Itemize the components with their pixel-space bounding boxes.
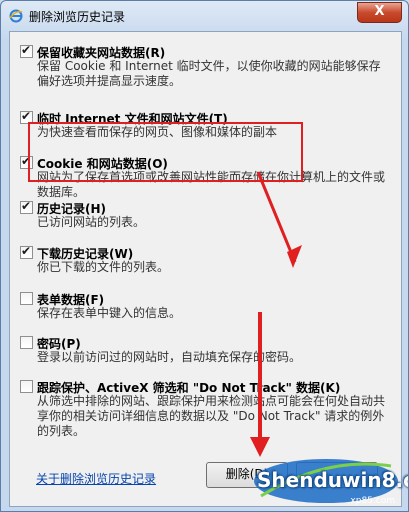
title-bar[interactable]: 删除浏览历史记录 X [1, 1, 408, 31]
close-button[interactable]: X [357, 2, 402, 23]
internet-explorer-icon [9, 9, 23, 23]
watermark-text: Shenduwin8.com [257, 468, 408, 492]
watermark-subtext: xp85.com [350, 496, 395, 506]
window-title: 删除浏览历史记录 [29, 10, 126, 24]
arrow-line-1 [256, 171, 297, 263]
watermark: Shenduwin8.com xp85.com [251, 456, 408, 506]
arrow-head-2 [250, 437, 270, 457]
dialog-window: 删除浏览历史记录 X 保留收藏夹网站数据(R) 保留 Cookie 和 Inte… [0, 0, 409, 512]
about-delete-history-link[interactable]: 关于删除浏览历史记录 [36, 470, 156, 487]
dialog-content: 保留收藏夹网站数据(R) 保留 Cookie 和 Internet 临时文件，以… [9, 31, 402, 507]
annotation-arrows [250, 171, 302, 457]
